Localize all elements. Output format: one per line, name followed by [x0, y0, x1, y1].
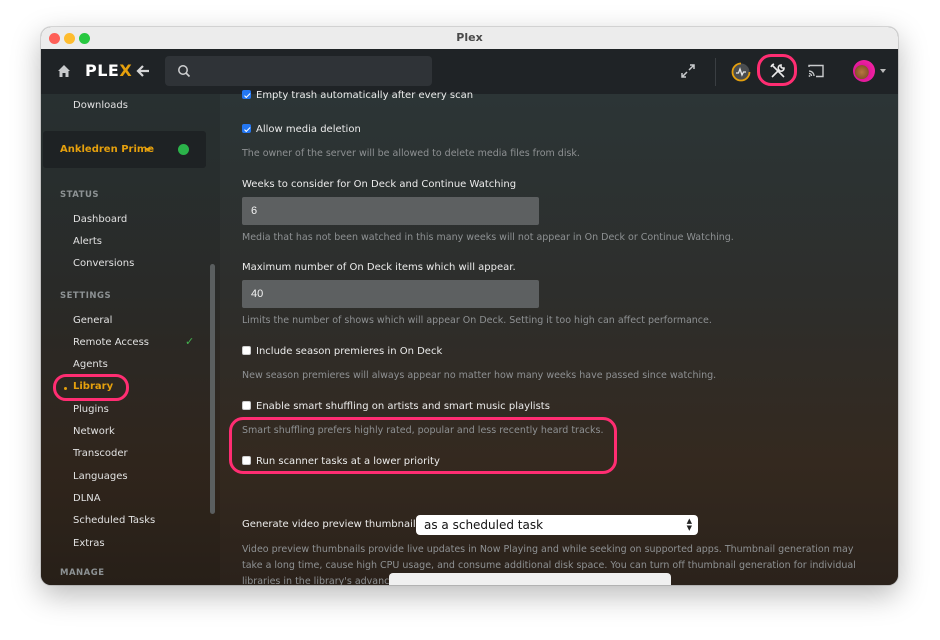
server-selector[interactable]: Ankledren Prime — [43, 131, 206, 168]
section-settings: SETTINGS — [60, 291, 112, 301]
empty-trash-label: Empty trash automatically after every sc… — [256, 90, 474, 101]
sidebar-item-dlna[interactable]: DLNA — [73, 493, 101, 504]
sidebar-item-scheduled-tasks[interactable]: Scheduled Tasks — [73, 515, 155, 526]
fullscreen-icon[interactable] — [680, 63, 696, 79]
title-bar: Plex — [41, 27, 898, 50]
search-icon — [178, 65, 191, 78]
app-window: Plex PLEX Downloads Ankledren Prime STAT… — [41, 27, 898, 585]
user-avatar[interactable] — [853, 60, 875, 82]
logo-text: PLE — [85, 61, 120, 80]
sidebar-item-transcoder[interactable]: Transcoder — [73, 448, 128, 459]
low-priority-option[interactable]: Run scanner tasks at a lower priority — [242, 456, 440, 467]
sidebar-item-general[interactable]: General — [73, 315, 112, 326]
sidebar-item-library[interactable]: Library — [73, 381, 113, 392]
empty-trash-checkbox[interactable] — [242, 90, 251, 99]
tools-icon[interactable] — [769, 62, 787, 80]
lock-icon — [178, 144, 189, 155]
sidebar-item-extras[interactable]: Extras — [73, 538, 105, 549]
sidebar-item-network[interactable]: Network — [73, 426, 115, 437]
server-name: Ankledren Prime — [60, 144, 155, 155]
toolbar-divider — [715, 58, 716, 86]
sidebar-item-languages[interactable]: Languages — [73, 471, 128, 482]
section-manage: MANAGE — [60, 568, 105, 578]
content-area: Downloads Ankledren Prime STATUS Dashboa… — [41, 90, 898, 585]
smart-shuffle-checkbox[interactable] — [242, 401, 251, 410]
activity-icon[interactable] — [731, 62, 751, 82]
allow-deletion-help: The owner of the server will be allowed … — [242, 148, 580, 159]
season-premieres-label: Include season premieres in On Deck — [256, 346, 443, 357]
preview-thumbnails-value: as a scheduled task — [424, 518, 544, 532]
sidebar-item-agents[interactable]: Agents — [73, 359, 108, 370]
home-icon[interactable] — [56, 63, 72, 79]
select-arrows-icon: ▲ ▼ — [686, 517, 692, 532]
max-on-deck-input[interactable] — [242, 280, 539, 308]
weeks-on-deck-help: Media that has not been watched in this … — [242, 232, 734, 243]
top-navigation-bar: PLEX — [41, 49, 898, 94]
weeks-on-deck-label: Weeks to consider for On Deck and Contin… — [242, 179, 517, 190]
logo-accent: X — [119, 61, 133, 80]
season-premieres-help: New season premieres will always appear … — [242, 370, 717, 381]
sidebar: Downloads Ankledren Prime STATUS Dashboa… — [41, 94, 220, 585]
search-box[interactable] — [165, 56, 432, 88]
back-arrow-icon[interactable] — [135, 63, 151, 79]
max-on-deck-help: Limits the number of shows which will ap… — [242, 315, 712, 326]
season-premieres-option[interactable]: Include season premieres in On Deck — [242, 346, 442, 357]
weeks-on-deck-input[interactable] — [242, 197, 539, 225]
sidebar-item-plugins[interactable]: Plugins — [73, 404, 109, 415]
section-status: STATUS — [60, 190, 100, 200]
allow-deletion-label: Allow media deletion — [256, 124, 361, 135]
low-priority-checkbox[interactable] — [242, 456, 251, 465]
sidebar-item-downloads[interactable]: Downloads — [73, 100, 128, 111]
preview-thumbnails-select[interactable]: as a scheduled task ▲ ▼ — [416, 515, 698, 535]
smart-shuffle-option[interactable]: Enable smart shuffling on artists and sm… — [242, 401, 550, 412]
low-priority-label: Run scanner tasks at a lower priority — [256, 456, 440, 467]
season-premieres-checkbox[interactable] — [242, 346, 251, 355]
partial-select-below[interactable] — [389, 573, 671, 585]
settings-panel: Empty trash automatically after every sc… — [220, 90, 898, 585]
plex-logo[interactable]: PLEX — [85, 61, 132, 80]
max-on-deck-label: Maximum number of On Deck items which wi… — [242, 262, 516, 273]
preview-thumbnails-label: Generate video preview thumbnails — [242, 519, 421, 530]
user-menu-caret-icon[interactable] — [880, 69, 886, 73]
cast-icon[interactable] — [807, 63, 825, 79]
empty-trash-option[interactable]: Empty trash automatically after every sc… — [242, 90, 473, 101]
sidebar-item-conversions[interactable]: Conversions — [73, 258, 134, 269]
smart-shuffle-label: Enable smart shuffling on artists and sm… — [256, 401, 550, 412]
window-title: Plex — [456, 31, 483, 44]
smart-shuffle-help: Smart shuffling prefers highly rated, po… — [242, 425, 604, 436]
sidebar-item-remote-access[interactable]: Remote Access — [73, 337, 149, 348]
sidebar-item-alerts[interactable]: Alerts — [73, 236, 102, 247]
allow-deletion-option[interactable]: Allow media deletion — [242, 124, 361, 135]
search-input[interactable] — [197, 56, 426, 88]
check-icon: ✓ — [185, 335, 195, 348]
sidebar-scrollbar[interactable] — [210, 264, 215, 514]
chevron-down-icon — [145, 148, 151, 152]
allow-deletion-checkbox[interactable] — [242, 124, 251, 133]
sidebar-item-dashboard[interactable]: Dashboard — [73, 214, 127, 225]
active-dot-icon — [64, 387, 67, 390]
